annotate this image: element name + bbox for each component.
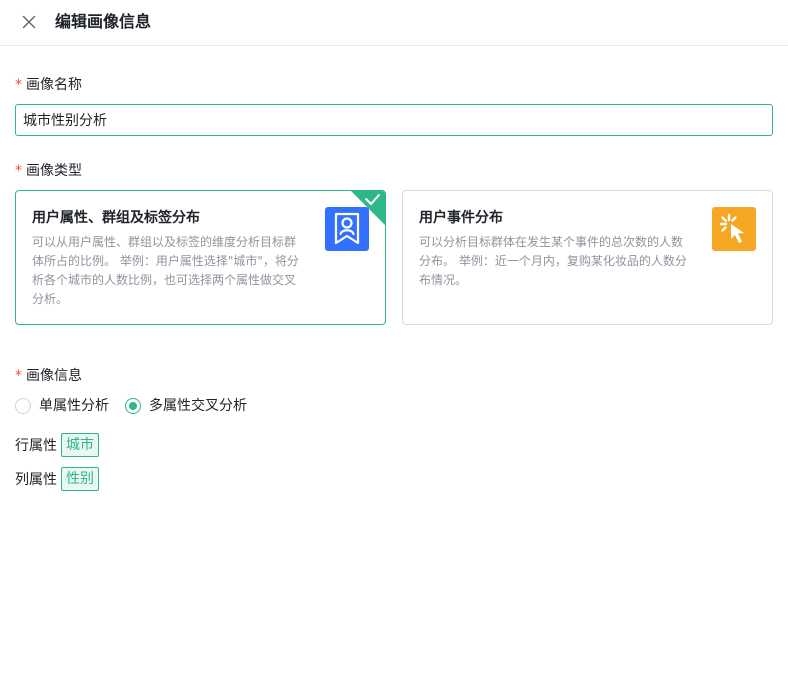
close-icon bbox=[22, 15, 36, 29]
type-label-text: 画像类型 bbox=[26, 163, 82, 179]
radio-multi-attribute[interactable]: 多属性交叉分析 bbox=[125, 396, 247, 416]
radio-single-attribute[interactable]: 单属性分析 bbox=[15, 396, 109, 416]
click-cursor-icon bbox=[712, 207, 756, 251]
column-attribute-tag[interactable]: 性别 bbox=[61, 467, 99, 491]
radio-circle bbox=[15, 398, 31, 414]
radio-label: 单属性分析 bbox=[39, 398, 109, 414]
column-attribute: 列属性 性别 bbox=[15, 467, 99, 491]
name-label: * 画像名称 bbox=[15, 75, 82, 95]
card-description: 可以从用户属性、群组以及标签的维度分析目标群体所占的比例。 举例：用户属性选择"… bbox=[32, 235, 299, 306]
column-attribute-label: 列属性 bbox=[15, 472, 57, 488]
name-input[interactable] bbox=[15, 104, 773, 136]
card-title: 用户事件分布 bbox=[419, 210, 503, 226]
radio-label: 多属性交叉分析 bbox=[149, 398, 247, 414]
info-label-text: 画像信息 bbox=[26, 368, 82, 384]
card-description: 可以分析目标群体在发生某个事件的总次数的人数分布。 举例：近一个月内，复购某化妆… bbox=[419, 235, 687, 287]
name-label-text: 画像名称 bbox=[26, 77, 82, 93]
required-mark: * bbox=[15, 368, 22, 384]
required-mark: * bbox=[15, 77, 22, 93]
dialog-header: 编辑画像信息 bbox=[0, 0, 788, 46]
required-mark: * bbox=[15, 163, 22, 179]
card-title: 用户属性、群组及标签分布 bbox=[32, 210, 200, 226]
radio-circle-checked bbox=[125, 398, 141, 414]
row-attribute: 行属性 城市 bbox=[15, 433, 99, 457]
type-label: * 画像类型 bbox=[15, 161, 82, 181]
analysis-mode-radio-group: 单属性分析 多属性交叉分析 bbox=[15, 396, 263, 416]
info-label: * 画像信息 bbox=[15, 366, 82, 386]
page-title: 编辑画像信息 bbox=[55, 12, 152, 31]
row-attribute-tag[interactable]: 城市 bbox=[61, 433, 99, 457]
type-card-event[interactable]: 用户事件分布 可以分析目标群体在发生某个事件的总次数的人数分布。 举例：近一个月… bbox=[402, 190, 773, 325]
row-attribute-label: 行属性 bbox=[15, 438, 57, 454]
selected-check-icon bbox=[351, 191, 385, 225]
type-card-attribute[interactable]: 用户属性、群组及标签分布 可以从用户属性、群组以及标签的维度分析目标群体所占的比… bbox=[15, 190, 386, 325]
close-button[interactable] bbox=[19, 12, 39, 32]
